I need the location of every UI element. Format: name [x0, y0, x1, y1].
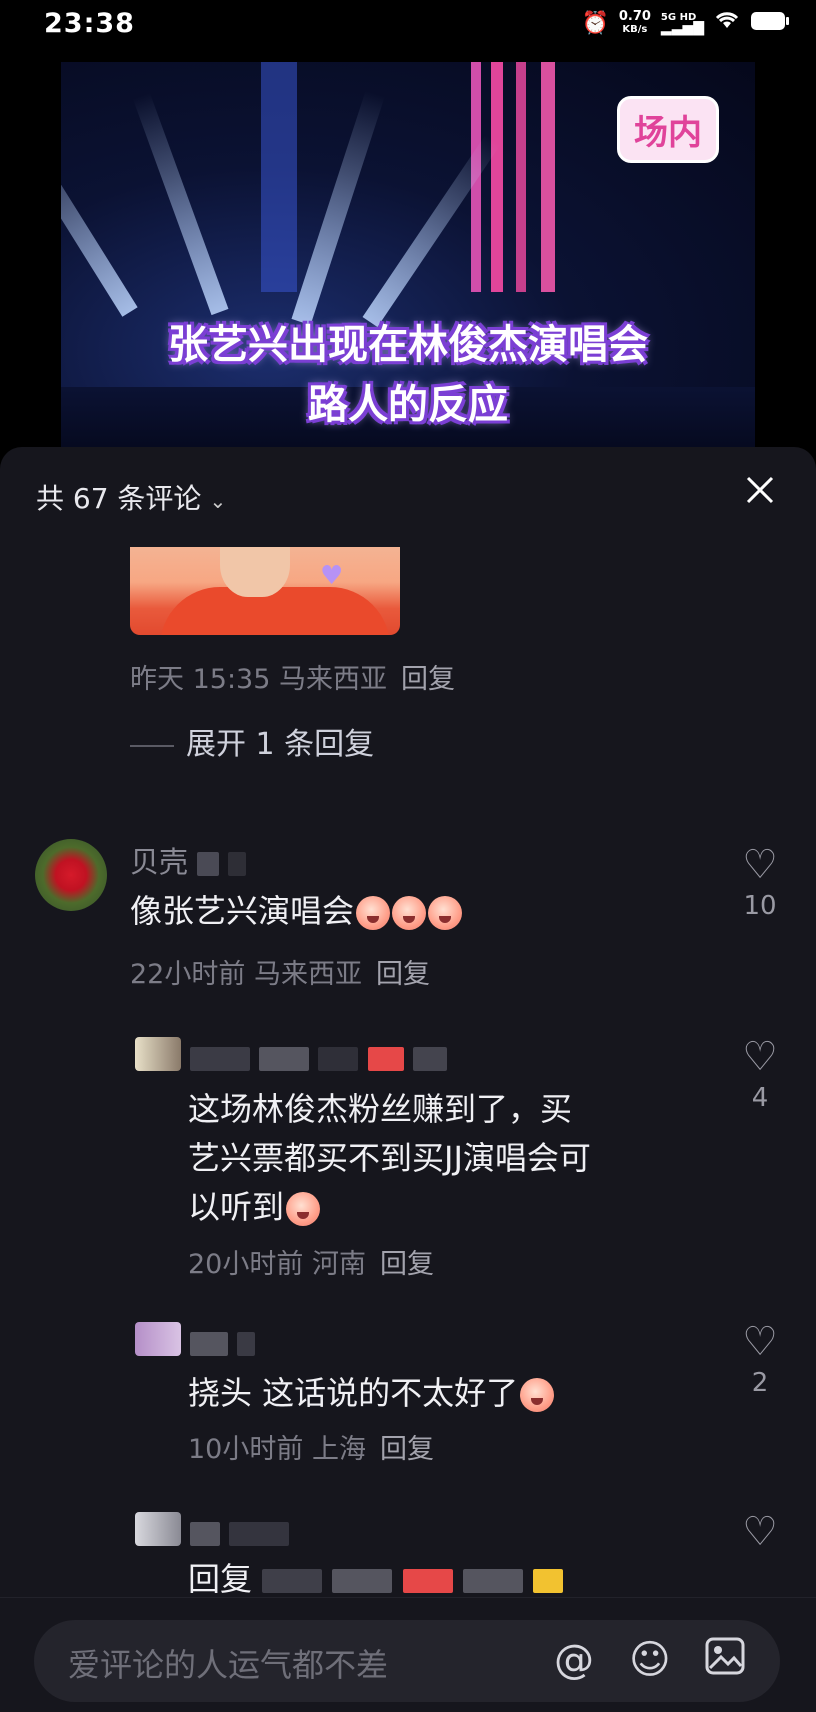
comment-meta: 22小时前 马来西亚 回复 [130, 959, 430, 990]
chevron-down-icon: ⌄ [209, 489, 227, 513]
comment-meta: 昨天 15:35 马来西亚 回复 [130, 664, 455, 695]
crying-emoji-icon [286, 1192, 321, 1226]
avatar[interactable] [135, 1037, 181, 1071]
status-bar: 23:38 ⏰ 0.70 KB/s 5G HD ▂▃▅▇ [0, 0, 816, 52]
avatar[interactable] [135, 1322, 181, 1356]
venue-badge: 场内 [617, 96, 719, 163]
like-button[interactable]: ♡ 4 [730, 1037, 790, 1113]
expand-replies-button[interactable]: 展开 1 条回复 [130, 719, 374, 763]
like-button[interactable]: ♡ 2 [730, 1322, 790, 1398]
avatar[interactable] [135, 1512, 181, 1546]
comment-meta: 20小时前 河南 回复 [188, 1249, 434, 1280]
comment-text: 像张艺兴演唱会 [130, 887, 463, 936]
video-player[interactable]: 场内 张艺兴出现在林俊杰演唱会 路人的反应 [61, 62, 755, 447]
comment-text: 挠头 这话说的不太好了 [188, 1369, 555, 1418]
heart-icon: ♡ [742, 842, 778, 888]
comment-count[interactable]: 共 67 条评论 ⌄ [36, 477, 226, 517]
heart-icon: ♡ [742, 1319, 778, 1365]
heart-sticker-icon: ♥ [320, 561, 344, 591]
crying-emoji-icon [356, 896, 391, 930]
stage-light [541, 62, 555, 292]
heart-icon: ♡ [742, 1509, 778, 1555]
battery-icon [750, 10, 790, 36]
reply-button[interactable]: 回复 [380, 1434, 434, 1465]
comment-image[interactable]: ♥ [130, 547, 400, 635]
reply-button[interactable]: 回复 [401, 664, 455, 695]
comment-username-blurred[interactable] [190, 1325, 256, 1359]
status-time: 23:38 [44, 8, 135, 39]
video-caption-line1: 张艺兴出现在林俊杰演唱会 [168, 322, 648, 368]
crying-emoji-icon [520, 1378, 555, 1412]
signal-indicator: 5G HD ▂▃▅▇ [660, 12, 704, 36]
comment-sheet: 共 67 条评论 ⌄ ♥ 昨天 15:35 马来西亚 回复 展开 1 条回复 贝壳 … [0, 447, 816, 1712]
crying-emoji-icon [392, 896, 427, 930]
comment-username[interactable]: 贝壳 [130, 839, 247, 881]
light-beam [61, 120, 138, 317]
crying-emoji-icon [428, 896, 463, 930]
emoji-icon[interactable]: ☺ [629, 1636, 671, 1684]
comment-text: 这场林俊杰粉丝赚到了，买 艺兴票都买不到买JJ演唱会可 以听到 [188, 1090, 591, 1226]
like-button[interactable]: ♡ [730, 1512, 790, 1552]
avatar[interactable] [35, 839, 107, 911]
mention-icon[interactable]: @ [554, 1636, 594, 1684]
comment-meta: 10小时前 上海 回复 [188, 1434, 434, 1465]
wifi-icon [714, 10, 740, 36]
comment-username-blurred[interactable] [190, 1040, 447, 1074]
video-caption-line2: 路人的反应 [308, 382, 508, 428]
light-beam [291, 90, 385, 326]
light-beam [132, 92, 229, 316]
heart-icon: ♡ [742, 1034, 778, 1080]
like-button[interactable]: ♡ 10 [730, 845, 790, 921]
status-icons: ⏰ 0.70 KB/s 5G HD ▂▃▅▇ [581, 10, 790, 36]
image-icon[interactable] [704, 1636, 746, 1687]
close-icon [746, 476, 774, 504]
comment-input-bar: 爱评论的人运气都不差 @ ☺ [0, 1597, 816, 1712]
close-button[interactable] [744, 473, 776, 513]
input-placeholder: 爱评论的人运气都不差 [68, 1646, 389, 1684]
like-count: 2 [751, 1368, 769, 1398]
network-speed: 0.70 KB/s [618, 9, 651, 35]
comment-username-blurred[interactable] [190, 1515, 290, 1549]
comment-input[interactable]: 爱评论的人运气都不差 @ ☺ [34, 1620, 780, 1702]
stage-light [261, 62, 297, 292]
reply-button[interactable]: 回复 [376, 959, 430, 990]
stage-light [516, 62, 526, 292]
alarm-icon: ⏰ [581, 10, 609, 36]
stage-light [491, 62, 503, 292]
like-count: 10 [743, 891, 777, 921]
reply-button[interactable]: 回复 [380, 1249, 434, 1280]
like-count: 4 [751, 1083, 769, 1113]
